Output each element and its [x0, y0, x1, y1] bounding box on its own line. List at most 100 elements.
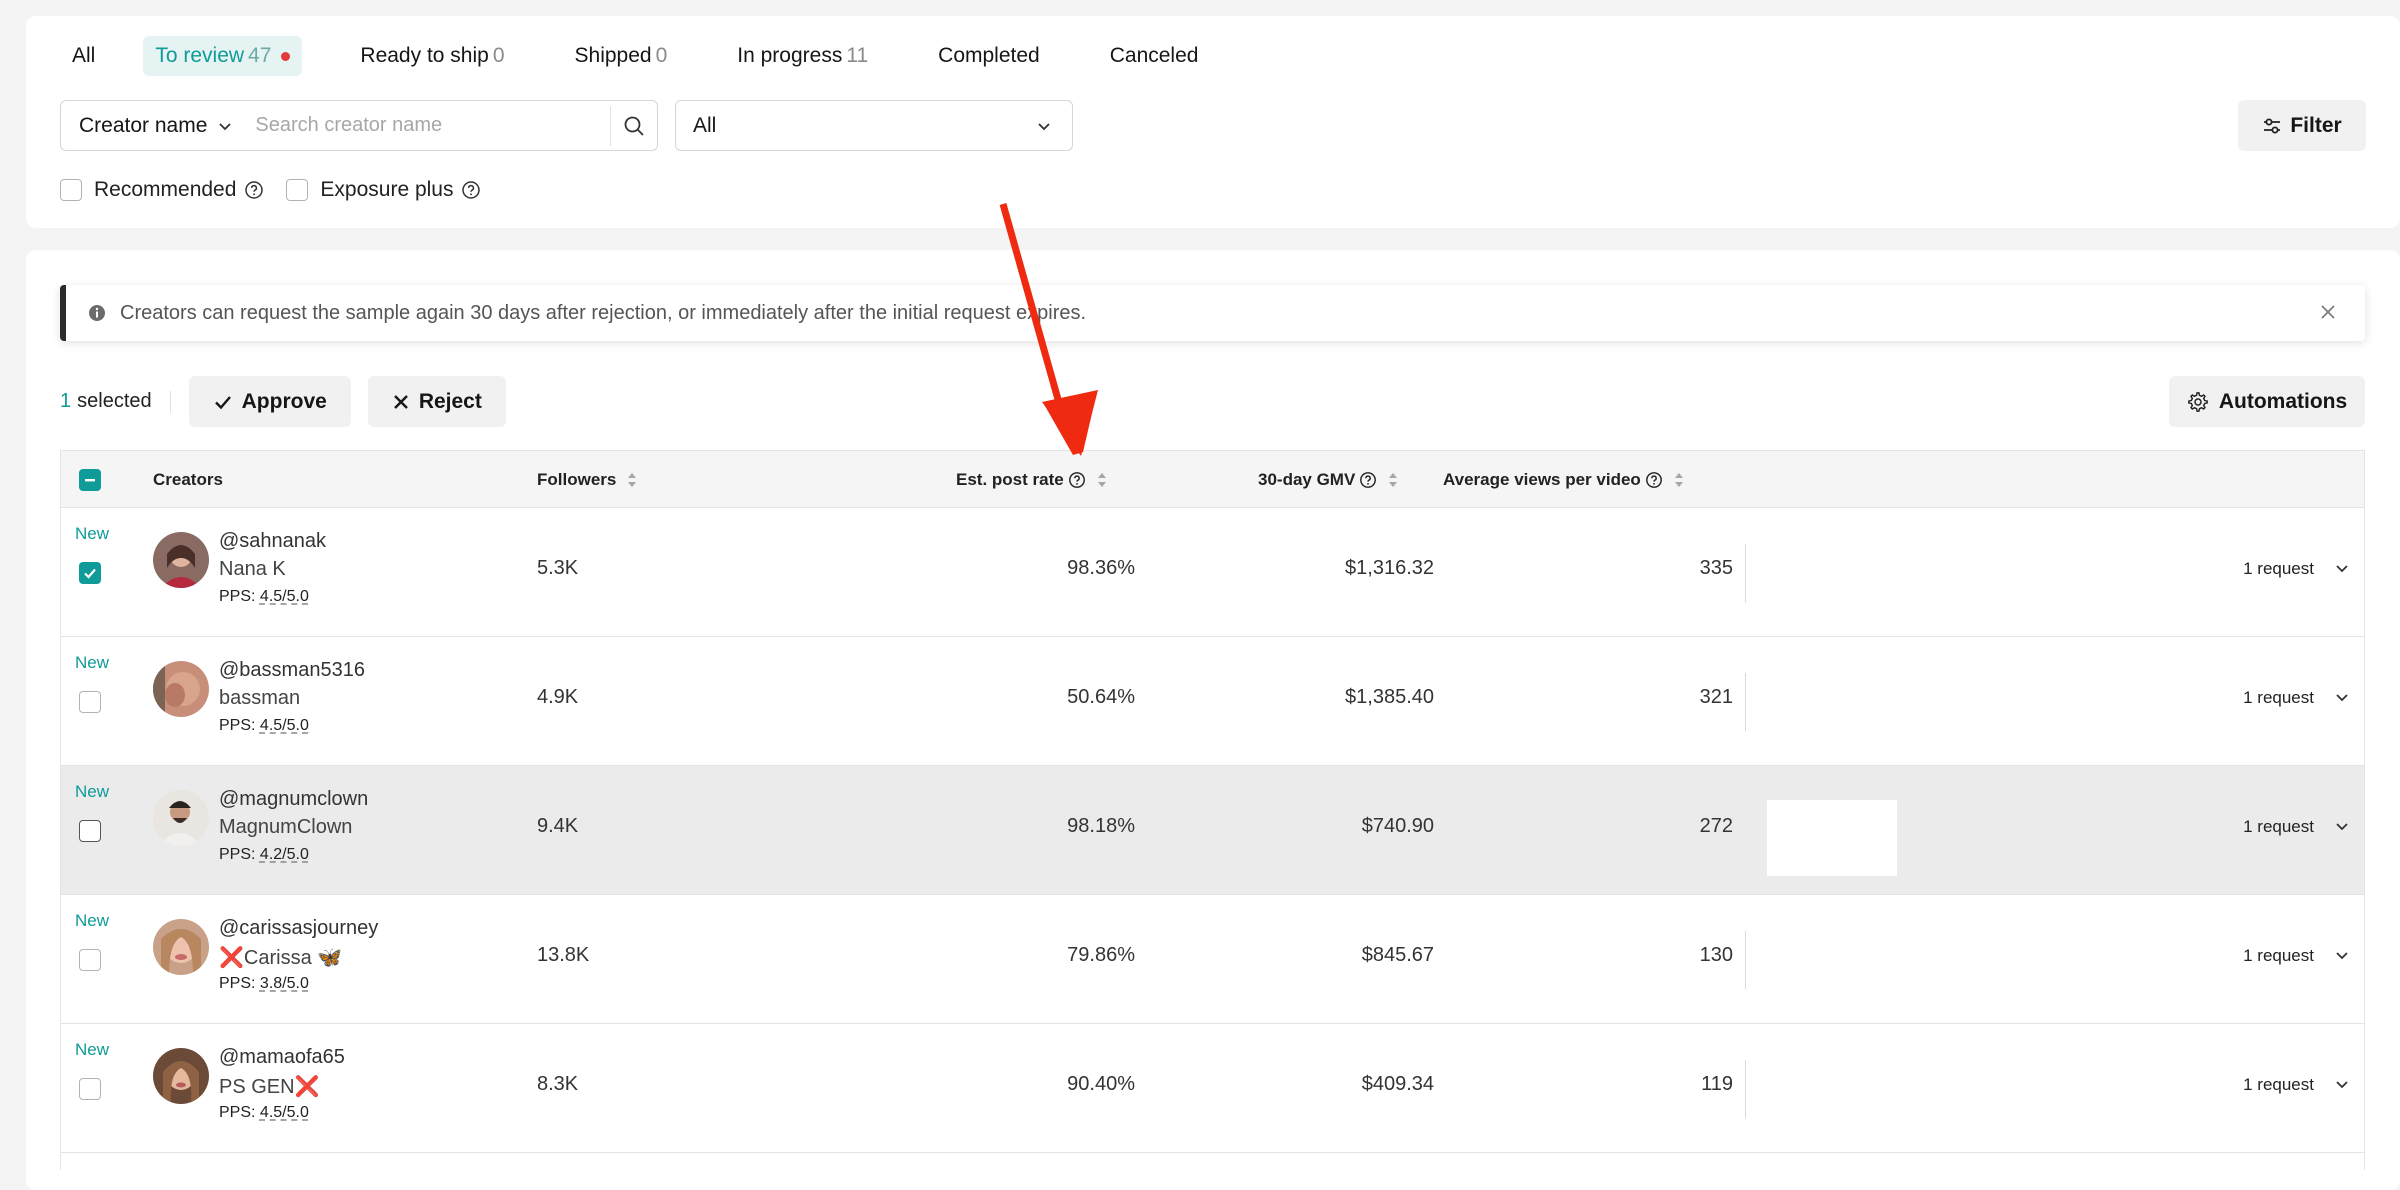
reject-button[interactable]: Reject — [367, 376, 506, 427]
status-select-value: All — [693, 113, 717, 137]
chevron-down-icon[interactable] — [2334, 560, 2350, 581]
header-label: Average views per video — [1443, 469, 1641, 489]
creator-handle[interactable]: @sahnanak — [219, 530, 326, 553]
select-all-checkbox[interactable] — [79, 451, 101, 508]
automations-label: Automations — [2218, 389, 2348, 413]
reject-label: Reject — [418, 389, 482, 413]
new-badge: New — [75, 782, 110, 801]
row-checkbox[interactable] — [79, 949, 101, 971]
table-row[interactable]: New @bassman5316 bassman PPS: 4.5/5.0 4.… — [61, 637, 2364, 766]
tab-label: Ready to ship — [360, 44, 489, 67]
pps-value[interactable]: 3.8/5.0 — [260, 975, 309, 992]
header-label: Creators — [153, 469, 223, 489]
tab-all[interactable]: All — [60, 36, 107, 76]
table-row[interactable]: New @sahnanak Nana K PPS: 4.5/5.0 5.3K 9… — [61, 508, 2364, 637]
close-icon[interactable] — [2319, 303, 2337, 326]
table-row[interactable]: New @carissasjourney ❌Carissa 🦋 PPS: 3.8… — [61, 895, 2364, 1024]
header-label: 30-day GMV — [1258, 469, 1356, 489]
status-select[interactable]: All — [675, 100, 1073, 151]
pps-value[interactable]: 4.2/5.0 — [260, 846, 309, 863]
chevron-down-icon[interactable] — [2334, 1076, 2350, 1097]
row-checkbox[interactable] — [79, 691, 101, 713]
views-value: 335 — [1699, 557, 1733, 579]
sort-icon[interactable] — [626, 470, 638, 490]
header-post-rate[interactable]: Est. post rate — [956, 451, 1108, 508]
sort-icon[interactable] — [1673, 470, 1685, 490]
search-type-label: Creator name — [79, 113, 208, 137]
checkbox[interactable] — [286, 179, 309, 201]
avatar[interactable] — [153, 919, 209, 975]
pps-value[interactable]: 4.5/5.0 — [260, 717, 309, 734]
help-icon[interactable] — [244, 180, 264, 200]
new-badge: New — [75, 653, 110, 672]
checkbox[interactable] — [60, 179, 82, 201]
sort-icon[interactable] — [1387, 470, 1399, 490]
creator-name: MagnumClown — [219, 816, 353, 838]
table-header: Creators Followers Est. post rate 30-day… — [61, 451, 2364, 508]
row-checkbox[interactable] — [79, 820, 101, 842]
checkbox-indeterminate[interactable] — [79, 468, 101, 491]
creator-handle[interactable]: @bassman5316 — [219, 659, 365, 682]
approve-label: Approve — [241, 389, 327, 413]
help-icon[interactable] — [1645, 471, 1663, 489]
row-checkbox[interactable] — [79, 1078, 101, 1100]
tab-ready-to-ship[interactable]: Ready to ship 0 — [348, 36, 516, 76]
selection-summary: 1 selected — [60, 390, 152, 413]
tab-in-progress[interactable]: In progress 11 — [725, 36, 880, 76]
sort-icon[interactable] — [1096, 470, 1108, 490]
help-icon[interactable] — [1068, 471, 1086, 489]
recommended-checkbox[interactable]: Recommended — [60, 178, 264, 202]
search-input[interactable] — [251, 105, 611, 146]
close-icon — [393, 394, 408, 409]
divider — [1745, 1060, 1746, 1118]
exposure-plus-checkbox[interactable]: Exposure plus — [286, 178, 481, 202]
chevron-down-icon[interactable] — [2334, 689, 2350, 710]
creator-handle[interactable]: @carissasjourney — [219, 917, 378, 940]
video-preview-placeholder — [1767, 800, 1897, 876]
views-value: 130 — [1699, 944, 1733, 966]
table-row[interactable]: New @magnumclown MagnumClown PPS: 4.2/5.… — [61, 766, 2364, 895]
filter-label: Filter — [2290, 113, 2342, 137]
post-rate-value: 79.86% — [1067, 944, 1135, 966]
tab-count: 11 — [846, 44, 869, 67]
creator-handle[interactable]: @magnumclown — [219, 788, 368, 811]
header-gmv[interactable]: 30-day GMV — [1258, 451, 1399, 508]
chevron-down-icon[interactable] — [2334, 947, 2350, 968]
header-followers[interactable]: Followers — [537, 451, 638, 508]
help-icon[interactable] — [461, 180, 481, 200]
tab-completed[interactable]: Completed — [926, 36, 1052, 76]
help-icon[interactable] — [1359, 471, 1377, 489]
pps-label: PPS: — [219, 588, 256, 605]
automations-button[interactable]: Automations — [2169, 376, 2365, 427]
tab-shipped[interactable]: Shipped 0 — [563, 36, 680, 76]
pps-value[interactable]: 4.5/5.0 — [260, 1104, 309, 1121]
pps-value[interactable]: 4.5/5.0 — [260, 588, 309, 605]
header-label: Followers — [537, 469, 617, 489]
search-type-dropdown[interactable]: Creator name — [61, 101, 251, 150]
filter-button[interactable]: Filter — [2238, 100, 2366, 151]
chevron-down-icon[interactable] — [2334, 818, 2350, 839]
creator-search: Creator name — [60, 100, 658, 151]
approve-button[interactable]: Approve — [188, 376, 351, 427]
header-views[interactable]: Average views per video — [1443, 451, 1685, 508]
views-value: 321 — [1699, 686, 1733, 708]
exposure-plus-label: Exposure plus — [320, 178, 454, 201]
tab-count: 47 — [248, 44, 272, 67]
creator-name: bassman — [219, 687, 301, 709]
tab-to-review[interactable]: To review 47 — [143, 36, 303, 76]
avatar[interactable] — [153, 661, 209, 717]
creator-name: ❌Carissa 🦋 — [219, 947, 343, 969]
search-icon[interactable] — [611, 101, 657, 150]
avatar[interactable] — [153, 790, 209, 846]
avatar[interactable] — [153, 1048, 209, 1104]
table-row[interactable]: New @mamaofa65 PS GEN❌ PPS: 4.5/5.0 8.3K… — [61, 1024, 2364, 1153]
avatar[interactable] — [153, 532, 209, 588]
info-icon — [88, 304, 106, 322]
new-badge: New — [75, 1040, 110, 1059]
pps-score: PPS: 4.5/5.0 — [219, 717, 309, 735]
creator-handle[interactable]: @mamaofa65 — [219, 1046, 345, 1069]
tab-canceled[interactable]: Canceled — [1098, 36, 1211, 76]
followers-value: 8.3K — [537, 1073, 579, 1095]
gmv-value: $740.90 — [1361, 815, 1434, 837]
row-checkbox[interactable] — [79, 562, 101, 584]
